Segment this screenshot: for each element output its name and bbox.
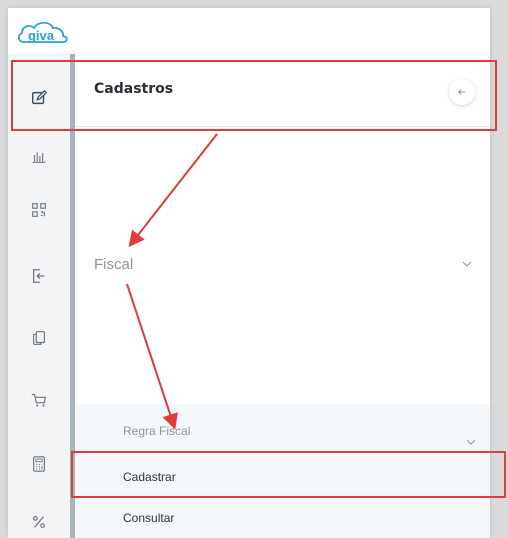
rail-item-calculator[interactable] xyxy=(8,444,70,484)
qr-code-icon xyxy=(32,203,46,217)
chevron-down-icon xyxy=(462,261,472,267)
documents-icon xyxy=(33,331,45,345)
login-icon xyxy=(32,269,45,283)
arrow-left-icon xyxy=(457,89,466,95)
rail-item-documents[interactable] xyxy=(8,318,70,358)
menu-section-label: Fiscal xyxy=(94,256,134,273)
cadastros-panel: Cadastros Fiscal Regra Fiscal Cadastrar … xyxy=(75,54,490,538)
panel-header: Cadastros xyxy=(75,54,490,127)
calculator-icon xyxy=(33,456,45,472)
rail-item-reports[interactable] xyxy=(8,136,70,176)
rail-item-cadastros[interactable] xyxy=(8,78,70,118)
collapse-panel-button[interactable] xyxy=(449,79,475,105)
menu-item-label: Consultar xyxy=(123,511,175,525)
bar-chart-icon xyxy=(32,152,46,163)
panel-title: Cadastros xyxy=(94,81,174,97)
rail-item-percent[interactable] xyxy=(8,502,70,538)
sidebar-rail xyxy=(8,54,70,538)
menu-section-fiscal[interactable]: Fiscal xyxy=(75,244,490,284)
menu-item-consultar[interactable]: Consultar xyxy=(75,501,490,535)
rail-item-cart[interactable] xyxy=(8,380,70,420)
svg-text:giva: giva xyxy=(28,28,55,43)
cart-icon xyxy=(31,394,46,407)
top-bar: giva xyxy=(8,8,490,55)
giva-logo[interactable]: giva xyxy=(14,18,72,48)
edit-icon xyxy=(31,89,48,105)
percent-icon xyxy=(33,516,45,528)
submenu-regra-fiscal: Regra Fiscal Cadastrar Consultar xyxy=(75,404,490,538)
submenu-group-regra-fiscal[interactable]: Regra Fiscal xyxy=(75,404,490,458)
submenu-group-label: Regra Fiscal xyxy=(123,424,191,438)
menu-item-label: Cadastrar xyxy=(123,470,176,484)
chevron-down-icon xyxy=(466,439,476,445)
app-window: giva Cadastros Fiscal Regra Fiscal Cadas… xyxy=(8,8,490,538)
rail-item-qr[interactable] xyxy=(8,190,70,230)
menu-item-cadastrar[interactable]: Cadastrar xyxy=(75,460,490,494)
rail-item-entry[interactable] xyxy=(8,256,70,296)
